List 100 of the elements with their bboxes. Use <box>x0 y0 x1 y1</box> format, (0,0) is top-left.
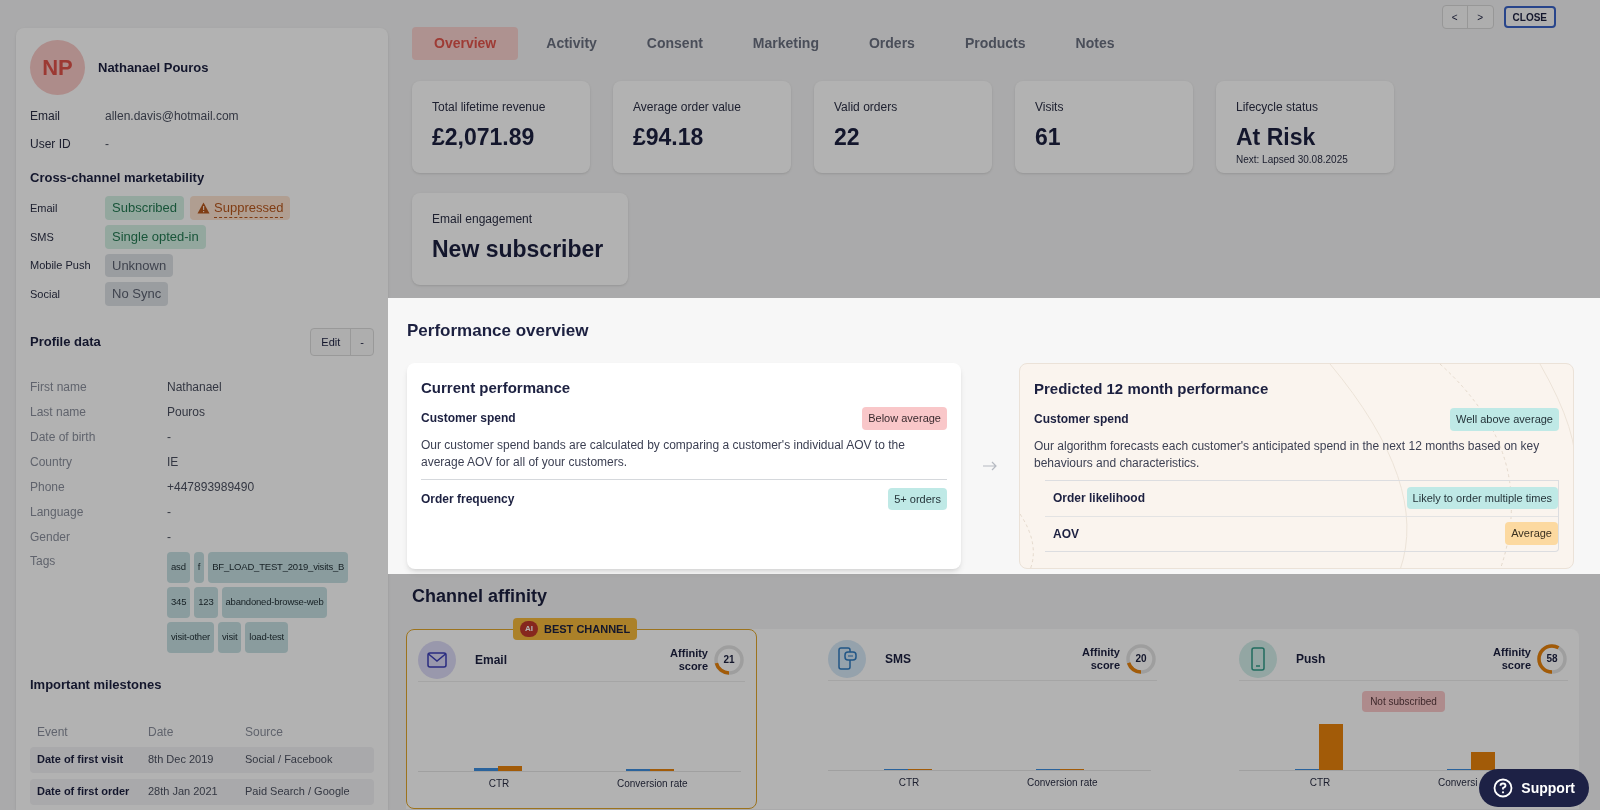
channel-label: Social <box>30 286 61 302</box>
table-cell-text: Social / Facebook <box>245 752 334 768</box>
tag-chip: load-test <box>245 622 288 653</box>
next-button[interactable]: > <box>1467 6 1493 28</box>
support-button[interactable]: Support <box>1479 769 1589 807</box>
channel-label: Mobile Push <box>30 258 92 273</box>
tab[interactable]: Consent <box>624 27 725 60</box>
metric-label: AOV <box>1053 525 1079 543</box>
affinity-score: 58 <box>1546 652 1558 665</box>
card-title: Current performance <box>421 377 572 398</box>
table-cell-text: 8th Dec 2019 <box>148 752 215 768</box>
ai-mark: AI <box>520 621 538 637</box>
customer-name: Nathanael Pouros <box>98 58 209 77</box>
affinity-score: 21 <box>723 653 735 666</box>
stat-label: Lifecycle status <box>1236 99 1320 116</box>
tab[interactable]: Orders <box>846 27 937 60</box>
section-title: Cross-channel marketability <box>30 169 206 187</box>
tag-chip: BF_LOAD_TEST_2019_visits_B <box>208 552 349 583</box>
field-label: Country <box>30 453 74 471</box>
stat-value: At Risk <box>1236 123 1317 152</box>
metric-description: Our customer spend bands are calculated by comparing a customer's individual AOV to the average AOV for all of your customers. <box>421 436 906 471</box>
table-cell-text: Date of first order <box>37 784 131 800</box>
field-value: Nathanael <box>167 378 222 396</box>
table-cell-text: 28th Jan 2021 <box>148 784 219 800</box>
channel-label: SMS <box>30 229 55 245</box>
metric-label: Order likelihood <box>1053 490 1145 507</box>
help-icon <box>1493 778 1514 798</box>
metric-label: Customer spend <box>421 410 516 428</box>
channel-name: Push <box>1296 650 1327 668</box>
field-label: Gender <box>30 528 72 546</box>
field-value: allen.davis@hotmail.com <box>105 107 239 125</box>
table-cell-text: Date of first visit <box>37 752 125 768</box>
metric-label: Conversion rate <box>1027 776 1098 790</box>
tag-chip: f <box>193 552 205 583</box>
envelope-icon <box>418 640 456 679</box>
tag-chip: abandoned-browse-web <box>221 587 328 618</box>
more-button[interactable]: - <box>351 328 373 355</box>
field-label: Email <box>30 107 61 125</box>
column-header: Date <box>148 723 175 741</box>
field-value: +447893989490 <box>167 478 255 496</box>
tab[interactable]: Marketing <box>730 27 841 60</box>
stat-value: 61 <box>1035 123 1062 152</box>
status-badge: 5+ orders <box>888 487 947 510</box>
field-value: - <box>167 428 171 446</box>
stat-label: Total lifetime revenue <box>432 99 547 116</box>
status-badge: Subscribed <box>105 196 185 220</box>
metric-label: CTR <box>1308 776 1332 790</box>
section-title: Important milestones <box>30 676 163 694</box>
field-label: User ID <box>30 135 72 153</box>
field-label: Phone <box>30 478 66 496</box>
warning-icon <box>197 201 211 214</box>
field-value: - <box>167 503 171 521</box>
edit-button[interactable]: Edit <box>311 328 352 355</box>
metric-label: Conversion rate <box>617 777 688 791</box>
tag-chip: visit-other <box>167 622 214 653</box>
metric-label: Customer spend <box>1034 411 1129 429</box>
stat-note: Next: Lapsed 30.08.2025 <box>1236 153 1349 167</box>
tab[interactable]: Overview <box>412 27 519 60</box>
status-badge: Not subscribed <box>1362 691 1445 712</box>
tag-chip: 345 <box>167 587 191 618</box>
status-badge: No Sync <box>105 282 169 306</box>
status-badge: Likely to order multiple times <box>1406 486 1558 510</box>
stat-value: £2,071.89 <box>432 123 536 152</box>
section-title: Profile data <box>30 333 101 351</box>
tab[interactable]: Notes <box>1053 27 1137 60</box>
stat-label: Email engagement <box>432 211 534 228</box>
stat-value: 22 <box>834 123 861 152</box>
tab[interactable]: Activity <box>524 27 619 60</box>
stat-label: Average order value <box>633 99 742 116</box>
stat-value: £94.18 <box>633 123 705 152</box>
column-header: Source <box>245 723 285 741</box>
channel-label: Email <box>30 200 59 216</box>
metric-label: Conversi <box>1438 776 1478 790</box>
status-badge: Well above average <box>1449 408 1559 431</box>
metric-label: Order frequency <box>421 490 515 508</box>
tab[interactable]: Products <box>942 27 1048 60</box>
section-title: Performance overview <box>407 320 590 342</box>
affinity-label: Affinity score <box>669 646 708 673</box>
stat-value: New subscriber <box>432 235 605 264</box>
arrow-icon <box>982 460 998 471</box>
column-header: Event <box>37 723 69 741</box>
card-title: Predicted 12 month performance <box>1034 378 1270 399</box>
field-value: - <box>167 528 171 546</box>
stat-label: Visits <box>1035 99 1065 116</box>
affinity-label: Affinity score <box>1492 645 1531 672</box>
status-badge: Single opted-in <box>105 225 206 249</box>
avatar: NP <box>30 40 85 95</box>
channel-name: SMS <box>885 650 912 668</box>
status-badge: Suppressed <box>190 195 291 220</box>
field-value: - <box>105 135 109 153</box>
previous-button[interactable]: < <box>1442 6 1468 28</box>
field-label: Tags <box>30 553 57 570</box>
close-button[interactable]: CLOSE <box>1503 6 1556 28</box>
field-label: Last name <box>30 403 88 421</box>
best-channel-badge: AI BEST CHANNEL <box>513 618 638 640</box>
metric-description: Our algorithm forecasts each customer's anticipated spend in the next 12 months based on key behaviours and characteristics. <box>1034 437 1541 472</box>
channel-name: Email <box>475 651 508 669</box>
phone-chat-icon <box>828 639 866 678</box>
tag-chip: 123 <box>194 587 218 618</box>
field-label: First name <box>30 378 88 396</box>
